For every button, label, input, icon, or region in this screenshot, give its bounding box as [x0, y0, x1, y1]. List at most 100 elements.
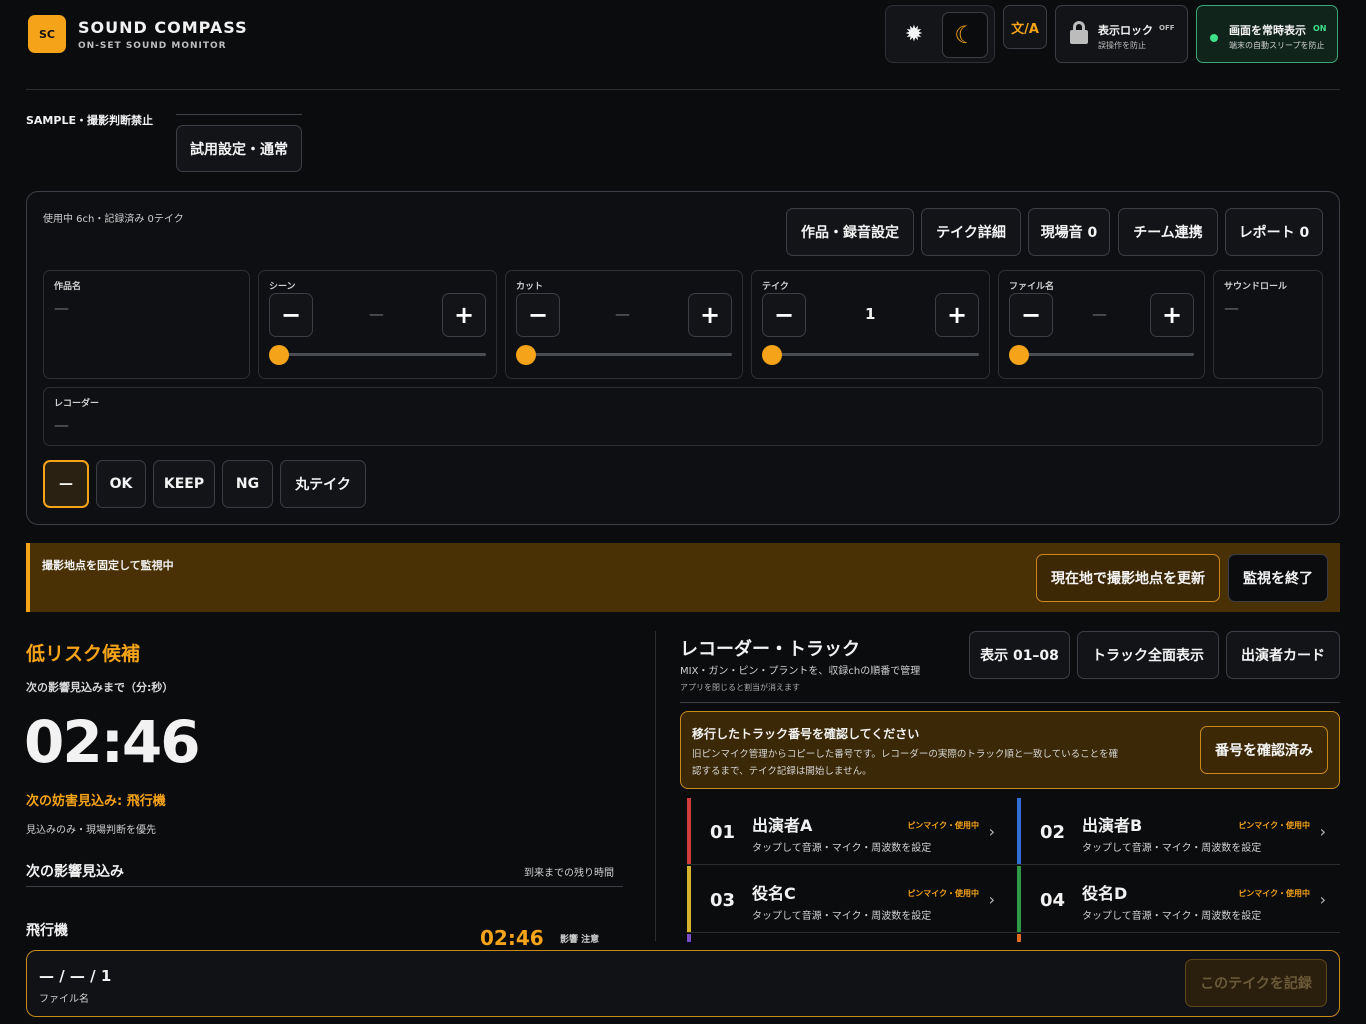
- track-tag: ピンマイク・使用中: [1238, 889, 1310, 898]
- awake-sub: 端末の自動スリープを防止: [1229, 41, 1325, 50]
- chevron-right-icon: ›: [1319, 822, 1326, 841]
- tab-team[interactable]: チーム連携: [1118, 208, 1218, 256]
- awake-state: ON: [1313, 24, 1327, 33]
- notice-title: 移行したトラック番号を確認してください: [692, 727, 920, 741]
- tab-take-detail[interactable]: テイク詳細: [921, 208, 1021, 256]
- track-name: 役名C: [752, 884, 796, 903]
- tracks-sub1: MIX・ガン・ピン・プラントを、収録chの順番で管理: [680, 666, 921, 677]
- tracks-title: レコーダー・トラック: [680, 639, 860, 660]
- lock-title: 表示ロック: [1098, 24, 1153, 37]
- track-sub: タップして音源・マイク・周波数を設定: [752, 843, 932, 854]
- track-tag: ピンマイク・使用中: [907, 889, 979, 898]
- scene-slider[interactable]: [275, 353, 486, 356]
- sound-roll-value: —: [1224, 299, 1239, 317]
- file-label: ファイル名: [1009, 282, 1055, 292]
- tracks-sub2: アプリを閉じると割当が消えます: [680, 683, 800, 692]
- lock-sub: 誤操作を防止: [1098, 41, 1146, 50]
- footer-bar: [26, 950, 1340, 1017]
- track-card-03[interactable]: 03 役名C ピンマイク・使用中 タップして音源・マイク・周波数を設定 ›: [687, 866, 1009, 932]
- track-sub: タップして音源・マイク・周波数を設定: [1082, 843, 1262, 854]
- track-color: [1017, 866, 1021, 932]
- track-card-04[interactable]: 04 役名D ピンマイク・使用中 タップして音源・マイク・周波数を設定 ›: [1017, 866, 1340, 932]
- track-card-01[interactable]: 01 出演者A ピンマイク・使用中 タップして音源・マイク・周波数を設定 ›: [687, 798, 1009, 864]
- keep-awake-toggle[interactable]: 画面を常時表示 ON 端末の自動スリープを防止: [1196, 5, 1338, 63]
- impact-item-tags: 影響 注意: [560, 935, 600, 945]
- take-plus-button[interactable]: +: [935, 293, 979, 337]
- file-plus-button[interactable]: +: [1150, 293, 1194, 337]
- impact-section-title: 次の影響見込み: [26, 864, 124, 880]
- take-slider[interactable]: [768, 353, 979, 356]
- preset-button[interactable]: 試用設定・通常: [176, 125, 302, 172]
- status-ng-button[interactable]: NG: [222, 460, 273, 508]
- take-label: テイク: [762, 282, 789, 292]
- scene-slider-knob[interactable]: [269, 345, 289, 365]
- language-button[interactable]: 文/A: [1003, 5, 1047, 49]
- record-take-button[interactable]: このテイクを記録: [1185, 959, 1327, 1007]
- chevron-right-icon: ›: [988, 890, 995, 909]
- app-title: SOUND COMPASS: [78, 18, 248, 37]
- moon-icon: ☾: [954, 21, 976, 49]
- file-minus-button[interactable]: −: [1009, 293, 1053, 337]
- status-dot: [1210, 34, 1218, 42]
- work-name-label: 作品名: [54, 282, 82, 292]
- track-number: 04: [1040, 890, 1066, 911]
- track-color-peek: [1017, 934, 1021, 942]
- app-logo: SC: [28, 15, 66, 53]
- take-slider-knob[interactable]: [762, 345, 782, 365]
- work-name-value: —: [54, 299, 69, 317]
- status-circle-take-button[interactable]: 丸テイク: [280, 460, 366, 508]
- scene-minus-button[interactable]: −: [269, 293, 313, 337]
- lock-shackle: [1073, 21, 1085, 33]
- track-name: 出演者B: [1082, 816, 1143, 835]
- confirm-numbers-button[interactable]: 番号を確認済み: [1200, 726, 1328, 774]
- impact-section-right: 到来までの残り時間: [524, 868, 614, 879]
- language-icon: 文/A: [1011, 21, 1039, 37]
- lock-state: OFF: [1159, 24, 1175, 32]
- cut-slider[interactable]: [522, 353, 732, 356]
- track-color: [687, 866, 691, 932]
- track-sub: タップして音源・マイク・周波数を設定: [752, 911, 932, 922]
- cut-label: カット: [516, 282, 544, 292]
- file-slider[interactable]: [1015, 353, 1194, 356]
- tracks-fullscreen-button[interactable]: トラック全面表示: [1077, 631, 1219, 679]
- display-lock-toggle[interactable]: 表示ロック OFF 誤操作を防止: [1055, 5, 1188, 63]
- track-card-02[interactable]: 02 出演者B ピンマイク・使用中 タップして音源・マイク・周波数を設定 ›: [1017, 798, 1340, 864]
- cut-plus-button[interactable]: +: [688, 293, 732, 337]
- sample-label: SAMPLE・撮影判断禁止: [26, 114, 153, 127]
- status-ok-button[interactable]: OK: [96, 460, 146, 508]
- track-row-divider: [687, 932, 1340, 933]
- dark-theme-button[interactable]: ☾: [942, 12, 988, 58]
- file-value: —: [1092, 305, 1107, 323]
- header-divider: [26, 89, 1340, 90]
- scene-plus-button[interactable]: +: [442, 293, 486, 337]
- stop-monitoring-button[interactable]: 監視を終了: [1228, 554, 1328, 602]
- file-slider-knob[interactable]: [1009, 345, 1029, 365]
- footer-file-label: ファイル名: [39, 994, 89, 1005]
- tab-work-settings[interactable]: 作品・録音設定: [786, 208, 914, 256]
- tab-ambient[interactable]: 現場音 0: [1028, 208, 1110, 256]
- status-none-button[interactable]: —: [43, 460, 89, 508]
- tab-report[interactable]: レポート 0: [1225, 208, 1323, 256]
- footer-take-id: — / — / 1: [39, 967, 112, 985]
- recorder-field[interactable]: [43, 387, 1323, 446]
- risk-title: 低リスク候補: [26, 643, 141, 665]
- tracks-divider: [680, 702, 1340, 703]
- light-theme-button[interactable]: ✹: [892, 12, 936, 56]
- take-minus-button[interactable]: −: [762, 293, 806, 337]
- track-number: 01: [710, 822, 736, 843]
- cut-minus-button[interactable]: −: [516, 293, 560, 337]
- sun-icon: ✹: [904, 21, 924, 47]
- countdown-label: 次の影響見込みまで（分:秒）: [26, 681, 174, 694]
- tracks-range-button[interactable]: 表示 01–08: [969, 631, 1070, 679]
- status-keep-button[interactable]: KEEP: [153, 460, 215, 508]
- track-color: [687, 798, 691, 864]
- recorder-value: —: [54, 416, 69, 434]
- cast-card-button[interactable]: 出演者カード: [1226, 631, 1340, 679]
- track-name: 役名D: [1082, 884, 1128, 903]
- update-location-button[interactable]: 現在地で撮影地点を更新: [1036, 554, 1220, 602]
- app-subtitle: ON-SET SOUND MONITOR: [78, 41, 227, 51]
- track-color-peek: [687, 934, 691, 942]
- scene-value: —: [369, 305, 384, 323]
- countdown-timer: 02:46: [24, 708, 201, 776]
- cut-slider-knob[interactable]: [516, 345, 536, 365]
